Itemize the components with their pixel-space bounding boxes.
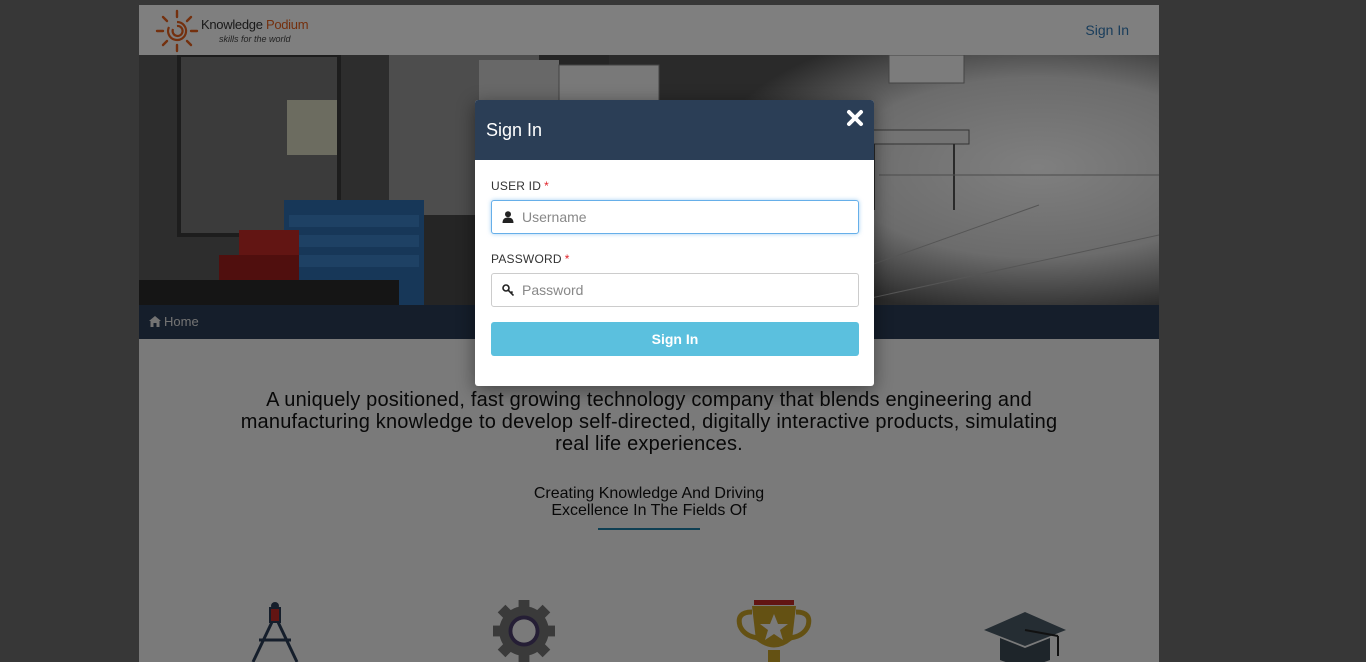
signin-modal: Sign In USER ID* PASSWORD* Sign In <box>475 100 874 386</box>
signin-submit-button[interactable]: Sign In <box>491 322 859 356</box>
user-id-field[interactable] <box>491 200 859 234</box>
close-icon[interactable] <box>846 109 864 127</box>
username-input[interactable] <box>522 201 852 233</box>
password-label: PASSWORD * <box>491 252 570 266</box>
user-icon <box>502 211 514 223</box>
key-icon <box>502 284 514 296</box>
modal-header: Sign In <box>475 100 874 160</box>
modal-title: Sign In <box>486 120 543 140</box>
password-input[interactable] <box>522 274 852 306</box>
password-field[interactable] <box>491 273 859 307</box>
user-id-label: USER ID * <box>491 179 549 193</box>
